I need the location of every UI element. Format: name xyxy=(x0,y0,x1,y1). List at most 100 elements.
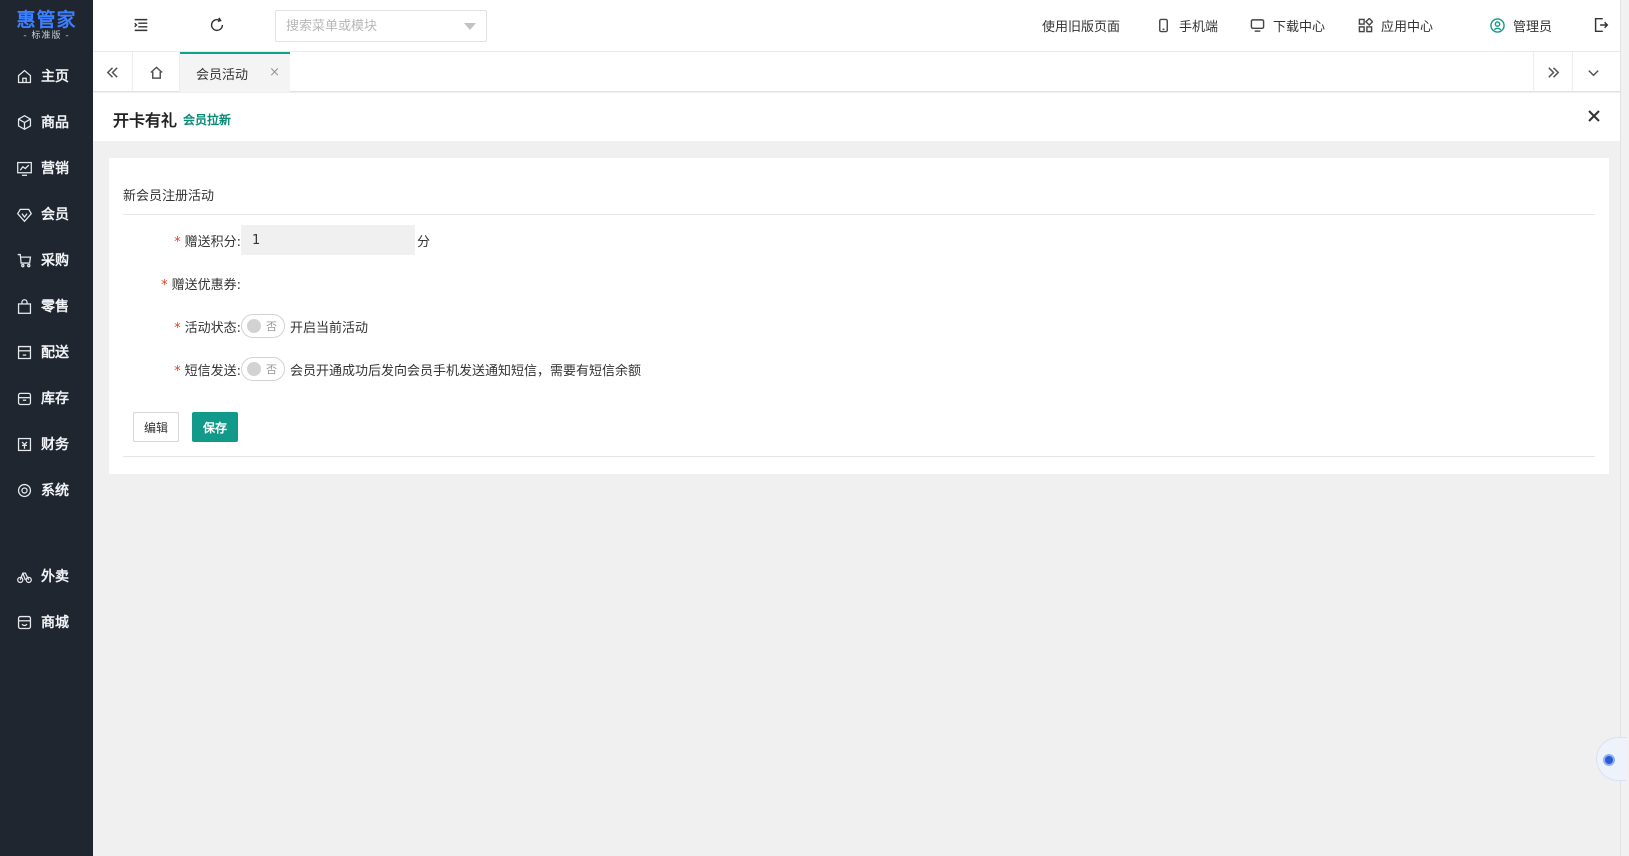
chart-icon xyxy=(15,159,33,177)
page-scrollbar[interactable] xyxy=(1620,0,1629,856)
refresh-icon[interactable] xyxy=(206,14,228,36)
sidebar-item-retail[interactable]: 零售 xyxy=(0,286,93,326)
chevron-down-icon[interactable] xyxy=(464,23,476,30)
points-label: * 赠送积分: xyxy=(123,231,241,250)
points-row: *赠送积分: 分 xyxy=(123,225,430,255)
edit-button[interactable]: 编辑 xyxy=(133,412,179,442)
status-description: 开启当前活动 xyxy=(290,320,369,336)
status-label: * 活动状态: xyxy=(123,317,241,336)
divider xyxy=(123,214,1595,215)
grid-icon xyxy=(1357,17,1373,33)
toggle-state-text: 否 xyxy=(266,363,277,376)
bike-icon xyxy=(15,567,33,585)
tabs-scroll-left-icon[interactable] xyxy=(93,52,133,92)
points-unit: 分 xyxy=(417,234,431,250)
activity-status-toggle[interactable]: 否 xyxy=(241,314,285,338)
sidebar-item-purchase[interactable]: 采购 xyxy=(0,240,93,280)
page-header: 开卡有礼 会员拉新 xyxy=(93,93,1629,141)
search-input[interactable] xyxy=(275,10,487,42)
cart-icon xyxy=(15,251,33,269)
sms-label-text: 短信发送: xyxy=(184,363,241,379)
old-version-link[interactable]: 使用旧版页面 xyxy=(1042,14,1120,36)
required-mark: * xyxy=(174,234,181,250)
tabs-menu-chevron-icon[interactable] xyxy=(1573,52,1613,92)
monitor-icon xyxy=(1249,17,1265,33)
toggle-state-text: 否 xyxy=(266,320,277,333)
diamond-icon xyxy=(15,205,33,223)
sidebar-item-label: 库存 xyxy=(41,391,69,407)
coupon-row: * 赠送优惠券: xyxy=(123,268,241,298)
status-row: * 活动状态: 否 开启当前活动 xyxy=(123,311,368,341)
required-mark: * xyxy=(174,363,181,379)
sidebar-item-label: 系统 xyxy=(41,483,69,499)
app-center-label: 应用中心 xyxy=(1381,19,1434,35)
sidebar-item-member[interactable]: 会员 xyxy=(0,194,93,234)
home-icon xyxy=(15,67,33,85)
user-icon xyxy=(1489,17,1505,33)
coupon-label: * 赠送优惠券: xyxy=(123,274,241,293)
box-icon xyxy=(15,113,33,131)
sms-send-toggle[interactable]: 否 xyxy=(241,357,285,381)
logo[interactable]: 惠管家 - 标准版 - xyxy=(0,0,93,50)
download-center-label: 下载中心 xyxy=(1273,19,1326,35)
tab-member-activity[interactable]: 会员活动 × xyxy=(180,52,290,92)
sidebar-item-delivery[interactable]: 配送 xyxy=(0,332,93,372)
assistant-float-button[interactable] xyxy=(1596,737,1626,781)
divider xyxy=(123,456,1595,457)
logo-subtitle: - 标准版 - xyxy=(23,30,70,41)
form-card: 新会员注册活动 *赠送积分: 分 *赠送优惠券: *活动状态: 否 开启当前活动… xyxy=(109,158,1609,474)
points-input[interactable] xyxy=(241,225,415,255)
required-mark: * xyxy=(174,320,181,336)
coupon-label-text: 赠送优惠券: xyxy=(171,277,241,293)
toggle-knob xyxy=(247,319,261,333)
sidebar-item-marketing[interactable]: 营销 xyxy=(0,148,93,188)
sidebar: 惠管家 - 标准版 - 主页 商品 营销 会员 采购 零售 配送 库存 财务 系… xyxy=(0,0,93,856)
sms-row: * 短信发送: 否 会员开通成功后发向会员手机发送通知短信，需要有短信余额 xyxy=(123,354,641,384)
sidebar-item-mall[interactable]: 商城 xyxy=(0,602,93,642)
search-field[interactable] xyxy=(276,11,456,41)
sms-description: 会员开通成功后发向会员手机发送通知短信，需要有短信余额 xyxy=(290,363,642,379)
points-label-text: 赠送积分: xyxy=(184,234,241,250)
phone-icon xyxy=(1155,17,1171,33)
sidebar-item-goods[interactable]: 商品 xyxy=(0,102,93,142)
app-center-link[interactable]: 应用中心 xyxy=(1357,14,1433,36)
sidebar-item-home[interactable]: 主页 xyxy=(0,56,93,96)
top-header: 使用旧版页面 手机端 下载中心 应用中心 管理员 xyxy=(93,0,1629,52)
menu-collapse-icon[interactable] xyxy=(130,14,152,36)
user-menu[interactable]: 管理员 xyxy=(1489,14,1552,36)
mobile-link[interactable]: 手机端 xyxy=(1155,14,1218,36)
sidebar-item-label: 配送 xyxy=(41,345,69,361)
logo-title: 惠管家 xyxy=(16,8,77,31)
tab-bar: 会员活动 × xyxy=(93,52,1629,92)
bag-icon xyxy=(15,297,33,315)
page-subtitle: 会员拉新 xyxy=(183,113,232,127)
download-center-link[interactable]: 下载中心 xyxy=(1249,14,1325,36)
inventory-icon xyxy=(15,389,33,407)
tab-label: 会员活动 xyxy=(196,67,249,83)
finance-icon xyxy=(15,435,33,453)
sidebar-item-label: 商品 xyxy=(41,115,69,131)
close-icon[interactable] xyxy=(1581,103,1607,129)
sidebar-item-label: 外卖 xyxy=(41,569,69,585)
logout-icon[interactable] xyxy=(1590,14,1612,36)
sidebar-item-takeout[interactable]: 外卖 xyxy=(0,556,93,596)
sidebar-item-inventory[interactable]: 库存 xyxy=(0,378,93,418)
tabs-scroll-right-icon[interactable] xyxy=(1533,52,1573,92)
sidebar-item-label: 财务 xyxy=(41,437,69,453)
tab-close-icon[interactable]: × xyxy=(269,65,280,80)
home-tab-icon[interactable] xyxy=(133,52,180,92)
status-label-text: 活动状态: xyxy=(184,320,241,336)
sms-label: * 短信发送: xyxy=(123,360,241,379)
required-mark: * xyxy=(161,277,168,293)
user-name: 管理员 xyxy=(1513,19,1553,35)
section-title: 新会员注册活动 xyxy=(123,189,215,204)
sidebar-item-label: 采购 xyxy=(41,253,69,269)
save-button[interactable]: 保存 xyxy=(192,412,238,442)
toggle-knob xyxy=(247,362,261,376)
store-icon xyxy=(15,343,33,361)
sidebar-item-label: 主页 xyxy=(41,69,69,85)
sidebar-item-label: 会员 xyxy=(41,207,69,223)
sidebar-item-system[interactable]: 系统 xyxy=(0,470,93,510)
mobile-label: 手机端 xyxy=(1179,19,1219,35)
sidebar-item-finance[interactable]: 财务 xyxy=(0,424,93,464)
